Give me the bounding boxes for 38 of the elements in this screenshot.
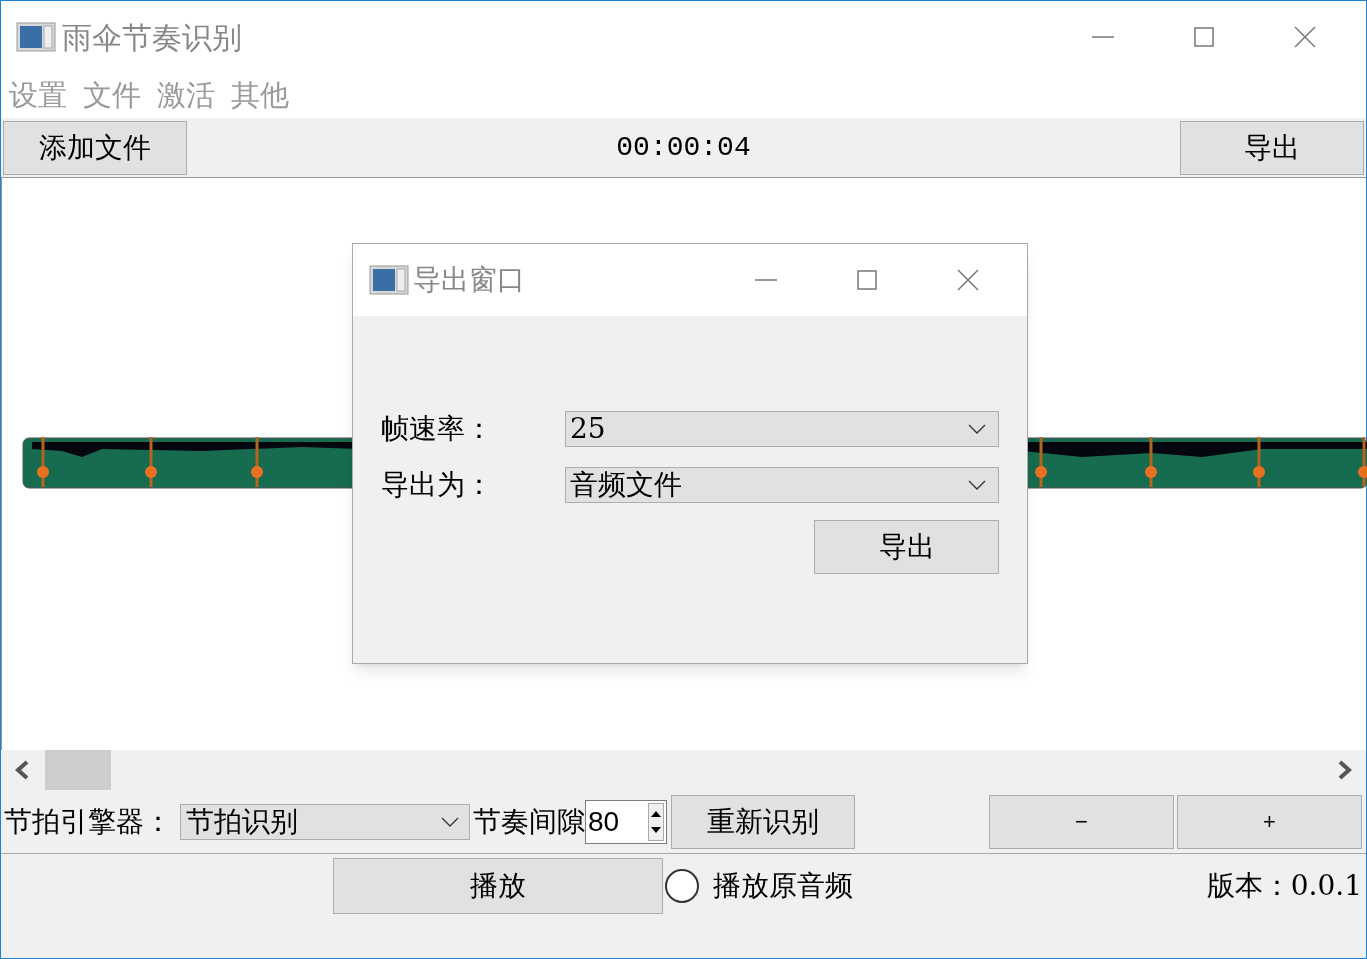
gap-value: 80 xyxy=(588,804,620,839)
engine-dropdown[interactable]: 节拍识别 xyxy=(180,803,470,840)
original-audio-radio[interactable] xyxy=(665,869,699,903)
gap-label: 节奏间隙 xyxy=(473,803,585,840)
close-icon[interactable] xyxy=(957,269,979,291)
scroll-left-icon[interactable] xyxy=(13,760,31,780)
maximize-icon[interactable] xyxy=(857,270,877,290)
gap-spinbox[interactable]: 80 xyxy=(585,799,667,844)
dropdown-caret-icon xyxy=(968,480,986,490)
play-button[interactable]: 播放 xyxy=(333,858,663,914)
scrollbar-thumb[interactable] xyxy=(45,750,111,790)
scroll-right-icon[interactable] xyxy=(1336,760,1354,780)
dropdown-caret-icon xyxy=(441,816,459,827)
field-label: 导出为： xyxy=(381,467,494,503)
dropdown[interactable]: 25 xyxy=(565,411,999,447)
zoom-in-button[interactable]: + xyxy=(1177,794,1362,849)
redetect-button[interactable]: 重新识别 xyxy=(671,794,855,849)
dropdown-value: 25 xyxy=(570,411,606,447)
spin-arrows-icon[interactable] xyxy=(648,802,664,841)
engine-label: 节拍引擎器： xyxy=(4,803,172,840)
export-button[interactable]: 导出 xyxy=(1180,120,1364,175)
version-text: 版本：0.0.1 xyxy=(1206,868,1362,904)
dropdown[interactable]: 音频文件 xyxy=(565,467,999,503)
engine-value: 节拍识别 xyxy=(186,803,298,840)
zoom-out-button[interactable]: − xyxy=(989,794,1174,849)
original-audio-label: 播放原音频 xyxy=(713,868,853,904)
window-title: 雨伞节奏识别 xyxy=(62,19,242,56)
maximize-icon[interactable] xyxy=(1194,27,1214,47)
app-icon xyxy=(16,22,56,52)
dropdown-caret-icon xyxy=(968,424,986,434)
close-icon[interactable] xyxy=(1294,26,1316,48)
dialog-export-button[interactable]: 导出 xyxy=(814,520,999,574)
add-file-button[interactable]: 添加文件 xyxy=(3,120,187,175)
app-icon xyxy=(369,265,409,295)
dialog-title: 导出窗口 xyxy=(413,263,525,297)
field-label: 帧速率： xyxy=(381,411,494,447)
time-display: 00:00:04 xyxy=(616,130,751,165)
dropdown-value: 音频文件 xyxy=(570,467,682,503)
